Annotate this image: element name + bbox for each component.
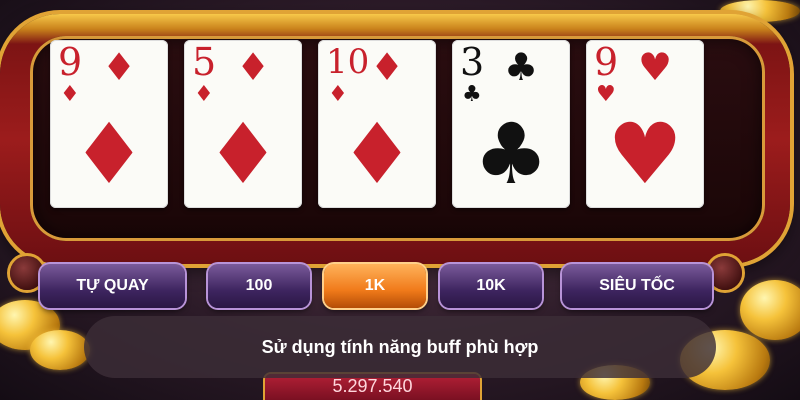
game-screen: 9 ♦ ♦ ♦ 5 ♦ ♦ ♦ 10 ♦ ♦ ♦ 3 ♣ ♣ ♣ 9 ♥ ♥ ♥… (0, 0, 800, 400)
card-rank: 9 (594, 40, 619, 84)
card-2[interactable]: 5 ♦ ♦ ♦ (184, 40, 302, 208)
gold-coin-decoration (30, 330, 90, 370)
heart-icon: ♥ (638, 45, 673, 89)
diamond-icon: ♦ (370, 45, 405, 89)
card-5[interactable]: 9 ♥ ♥ ♥ (586, 40, 704, 208)
club-icon: ♣ (473, 105, 549, 203)
card-3[interactable]: 10 ♦ ♦ ♦ (318, 40, 436, 208)
heart-icon: ♥ (596, 82, 616, 107)
diamond-icon: ♦ (328, 82, 348, 107)
caption-banner: Sử dụng tính năng buff phù hợp (84, 316, 716, 378)
card-rank: 9 (58, 40, 83, 84)
right-knob (708, 256, 742, 290)
heart-icon: ♥ (607, 105, 683, 203)
card-rank: 5 (192, 40, 217, 84)
gold-coin-decoration (740, 280, 800, 340)
bet-100-button[interactable]: 100 (208, 264, 310, 308)
card-4[interactable]: 3 ♣ ♣ ♣ (452, 40, 570, 208)
turbo-button[interactable]: SIÊU TỐC (562, 264, 712, 308)
diamond-icon: ♦ (339, 105, 415, 203)
bet-1k-button[interactable]: 1K (324, 264, 426, 308)
bet-10k-button[interactable]: 10K (440, 264, 542, 308)
club-icon: ♣ (462, 82, 482, 107)
left-knob (10, 256, 44, 290)
diamond-icon: ♦ (236, 45, 271, 89)
diamond-icon: ♦ (60, 82, 80, 107)
auto-spin-button[interactable]: TỰ QUAY (40, 264, 185, 308)
diamond-icon: ♦ (71, 105, 147, 203)
club-icon: ♣ (504, 45, 539, 89)
diamond-icon: ♦ (102, 45, 137, 89)
card-rank: 3 (460, 40, 485, 84)
diamond-icon: ♦ (194, 82, 214, 107)
card-1[interactable]: 9 ♦ ♦ ♦ (50, 40, 168, 208)
diamond-icon: ♦ (205, 105, 281, 203)
card-rank: 10 (326, 42, 370, 82)
